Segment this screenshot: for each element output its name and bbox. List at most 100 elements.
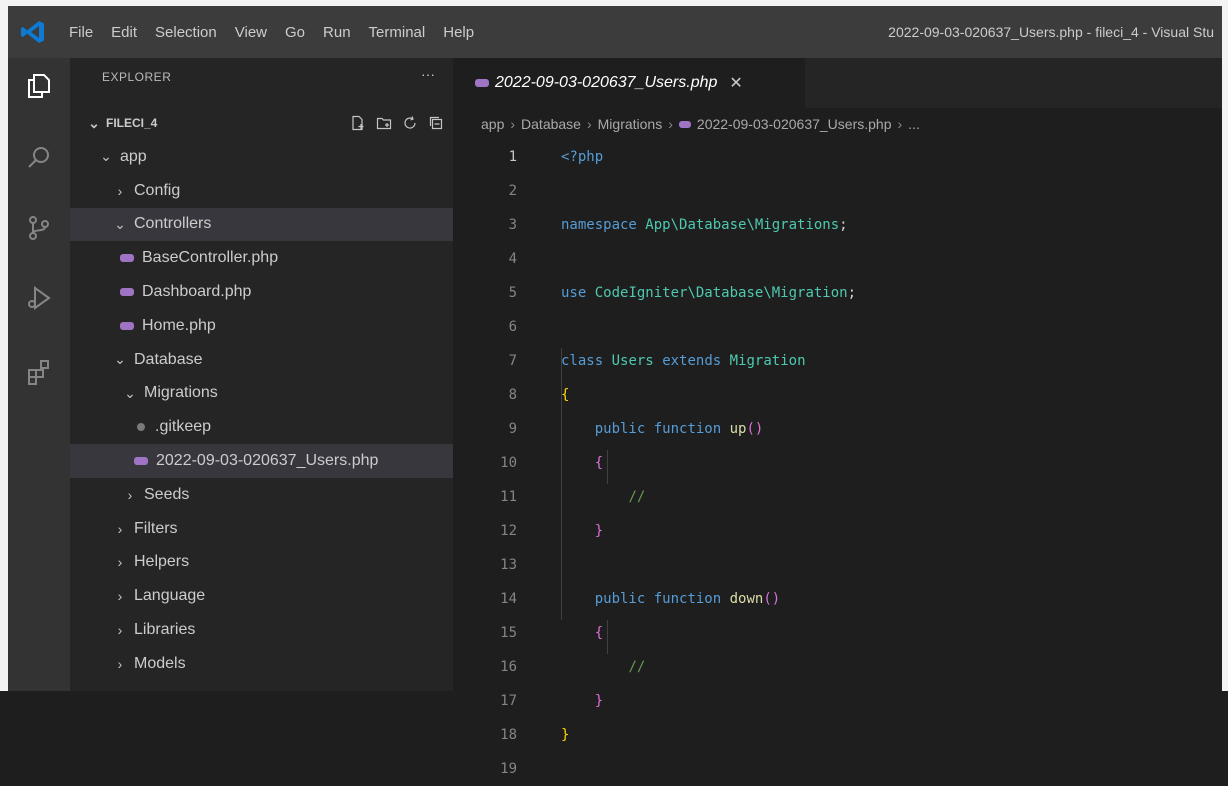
code-line: 14 public function down() (453, 582, 1222, 616)
code-line: 8 { (453, 378, 1222, 412)
code-token: ; (839, 217, 848, 233)
explorer-title: EXPLORER (102, 70, 172, 84)
tree-item-home[interactable]: Home.php (70, 309, 453, 343)
line-number: 18 (500, 727, 517, 743)
code-token: } (561, 727, 570, 743)
tree-item-basecontroller[interactable]: BaseController.php (70, 241, 453, 275)
more-actions-icon[interactable]: ··· (421, 66, 435, 82)
chevron-right-icon: › (127, 486, 133, 503)
menu-terminal[interactable]: Terminal (360, 24, 435, 41)
chevron-down-icon: ⌄ (100, 148, 112, 165)
tree-item-label: Models (134, 654, 186, 672)
code-text: <?php (561, 149, 603, 165)
menu-help[interactable]: Help (434, 24, 483, 41)
new-folder-icon[interactable] (375, 114, 393, 132)
new-file-icon[interactable] (349, 114, 367, 132)
line-number: 19 (500, 761, 517, 777)
tab-users-migration[interactable]: 2022-09-03-020637_Users.php ✕ (453, 58, 805, 108)
code-token: public (594, 591, 646, 607)
code-line: 7 class Users extends Migration (453, 344, 1222, 378)
tree-item-dashboard[interactable]: Dashboard.php (70, 275, 453, 309)
chevron-right-icon: › (897, 116, 903, 132)
extensions-icon[interactable] (21, 354, 57, 390)
activity-bar (8, 58, 70, 691)
chevron-down-icon: ⌄ (88, 114, 100, 131)
run-debug-icon[interactable] (21, 280, 57, 316)
refresh-icon[interactable] (401, 114, 419, 132)
breadcrumb-file[interactable]: 2022-09-03-020637_Users.php (697, 116, 892, 132)
project-header[interactable]: ⌄ FILECI_4 (70, 108, 453, 138)
tree-item-language[interactable]: › Language (70, 579, 453, 613)
tree-item-controllers[interactable]: ⌄ Controllers (70, 207, 453, 242)
tree-item-label: Migrations (144, 384, 218, 402)
gitkeep-file-icon (137, 423, 145, 432)
code-token: <?php (561, 149, 604, 165)
breadcrumb-app[interactable]: app (481, 116, 504, 132)
tree-item-label: Language (134, 587, 206, 605)
breadcrumb-symbol[interactable]: ... (908, 116, 920, 132)
menu-go[interactable]: Go (276, 24, 314, 41)
code-text: { (561, 387, 569, 403)
collapse-all-icon[interactable] (427, 114, 445, 132)
search-icon[interactable] (21, 140, 57, 176)
line-number: 9 (508, 421, 517, 437)
chevron-right-icon: › (668, 116, 673, 132)
project-name: FILECI_4 (106, 116, 158, 130)
file-tree: ⌄ app › Config ⌄ Controllers BaseControl… (70, 140, 453, 681)
explorer-actions (349, 108, 445, 138)
tree-item-users-migration[interactable]: 2022-09-03-020637_Users.php (70, 444, 453, 478)
tree-item-app[interactable]: ⌄ app (70, 140, 453, 174)
editor-area: 2022-09-03-020637_Users.php ✕ app › Data… (453, 58, 1222, 777)
line-number: 8 (508, 387, 517, 403)
chevron-down-icon: ⌄ (114, 215, 126, 232)
code-text: class Users extends Migration (561, 353, 806, 369)
tab-label: 2022-09-03-020637_Users.php (495, 74, 718, 91)
close-icon[interactable]: ✕ (729, 73, 742, 93)
tree-item-filters[interactable]: › Filters (70, 512, 453, 546)
tree-item-migrations[interactable]: ⌄ Migrations (70, 377, 453, 411)
breadcrumb-database[interactable]: Database (521, 116, 581, 132)
code-text: namespace App\Database\Migrations; (561, 217, 848, 233)
code-token: use (561, 285, 587, 301)
code-token: namespace (561, 217, 637, 233)
chevron-right-icon: › (117, 182, 123, 199)
code-line: 17 } (453, 684, 1222, 718)
explorer-sidebar: EXPLORER ··· ⌄ FILECI_4 ⌄ app › Config ⌄… (70, 58, 453, 691)
code-token: App\Database\Migrations (645, 217, 840, 233)
vscode-logo-icon (16, 15, 50, 49)
line-number: 6 (508, 319, 517, 335)
code-token: up (729, 421, 747, 437)
menu-view[interactable]: View (226, 24, 276, 41)
tree-item-label: Config (134, 181, 181, 199)
tree-item-seeds[interactable]: › Seeds (70, 478, 453, 512)
tree-item-label: BaseController.php (142, 249, 279, 267)
line-number: 14 (500, 591, 517, 607)
breadcrumb: app › Database › Migrations › 2022-09-03… (481, 116, 920, 132)
source-control-icon[interactable] (21, 210, 57, 246)
menu-selection[interactable]: Selection (146, 24, 226, 41)
menu-edit[interactable]: Edit (102, 24, 146, 41)
tree-item-libraries[interactable]: › Libraries (70, 613, 453, 647)
menu-file[interactable]: File (60, 24, 102, 41)
tree-item-helpers[interactable]: › Helpers (70, 546, 453, 580)
tree-item-label: Controllers (134, 215, 212, 233)
menu-run[interactable]: Run (314, 24, 360, 41)
breadcrumb-migrations[interactable]: Migrations (598, 116, 663, 132)
explorer-icon[interactable] (21, 68, 57, 104)
line-number: 5 (508, 285, 517, 301)
code-token: // (628, 659, 646, 675)
code-line: 9 public function up() (453, 412, 1222, 446)
tree-item-gitkeep[interactable]: .gitkeep (70, 410, 453, 444)
code-line: 19 (453, 752, 1222, 786)
code-text: // (561, 489, 645, 505)
tree-item-models[interactable]: › Models (70, 647, 453, 681)
line-number: 16 (500, 659, 517, 675)
code-line: 3 namespace App\Database\Migrations; (453, 208, 1222, 242)
code-token: } (594, 523, 604, 539)
code-line: 5 use CodeIgniter\Database\Migration; (453, 276, 1222, 310)
code-token: class (561, 353, 604, 369)
chevron-right-icon: › (117, 655, 123, 672)
tree-item-database[interactable]: ⌄ Database (70, 343, 453, 377)
code-token: { (561, 387, 570, 403)
tree-item-config[interactable]: › Config (70, 174, 453, 208)
